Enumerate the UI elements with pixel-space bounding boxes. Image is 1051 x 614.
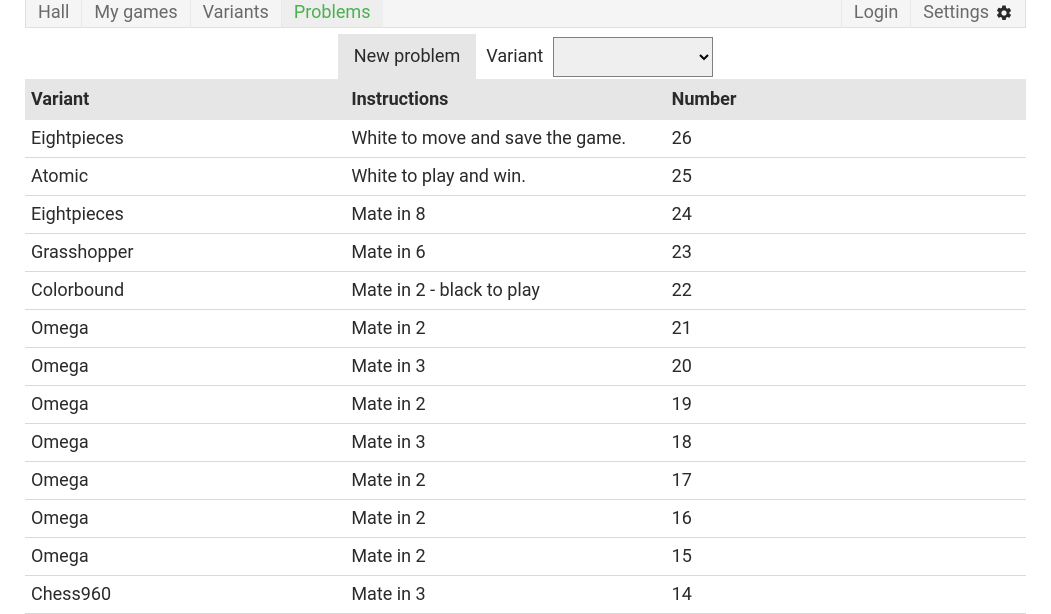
nav-problems[interactable]: Problems bbox=[282, 0, 383, 27]
cell-variant: Omega bbox=[25, 310, 345, 348]
cell-instructions: Mate in 2 bbox=[345, 386, 665, 424]
cell-instructions: White to move and save the game. bbox=[345, 120, 665, 158]
cell-variant: Atomic bbox=[25, 158, 345, 196]
cell-instructions: Mate in 2 - black to play bbox=[345, 272, 665, 310]
cell-instructions: Mate in 8 bbox=[345, 196, 665, 234]
cell-instructions: Mate in 3 bbox=[345, 348, 665, 386]
cell-instructions: Mate in 3 bbox=[345, 424, 665, 462]
nav-left: Hall My games Variants Problems bbox=[26, 0, 383, 27]
table-row[interactable]: GrasshopperMate in 623 bbox=[25, 234, 1026, 272]
cell-variant: Eightpieces bbox=[25, 196, 345, 234]
cell-number: 15 bbox=[666, 538, 1026, 576]
table-row[interactable]: AtomicWhite to play and win.25 bbox=[25, 158, 1026, 196]
cell-variant: Omega bbox=[25, 462, 345, 500]
nav-my-games[interactable]: My games bbox=[82, 0, 190, 27]
cell-number: 23 bbox=[666, 234, 1026, 272]
nav-login[interactable]: Login bbox=[841, 0, 910, 27]
table-row[interactable]: OmegaMate in 219 bbox=[25, 386, 1026, 424]
header-variant: Variant bbox=[25, 79, 345, 120]
cell-number: 20 bbox=[666, 348, 1026, 386]
table-row[interactable]: OmegaMate in 318 bbox=[25, 424, 1026, 462]
nav-hall[interactable]: Hall bbox=[26, 0, 82, 27]
controls-row: New problem Variant bbox=[25, 34, 1026, 79]
cell-number: 24 bbox=[666, 196, 1026, 234]
cell-instructions: Mate in 2 bbox=[345, 500, 665, 538]
nav-variants[interactable]: Variants bbox=[191, 0, 282, 27]
cell-variant: Chess960 bbox=[25, 576, 345, 614]
cell-instructions: Mate in 6 bbox=[345, 234, 665, 272]
cell-number: 25 bbox=[666, 158, 1026, 196]
cell-number: 21 bbox=[666, 310, 1026, 348]
header-instructions: Instructions bbox=[345, 79, 665, 120]
cell-variant: Colorbound bbox=[25, 272, 345, 310]
gear-icon bbox=[995, 4, 1013, 22]
main-nav: Hall My games Variants Problems Login Se… bbox=[25, 0, 1026, 28]
variant-select[interactable] bbox=[553, 37, 713, 77]
cell-number: 14 bbox=[666, 576, 1026, 614]
cell-variant: Omega bbox=[25, 538, 345, 576]
cell-variant: Omega bbox=[25, 424, 345, 462]
cell-number: 16 bbox=[666, 500, 1026, 538]
cell-number: 19 bbox=[666, 386, 1026, 424]
cell-variant: Omega bbox=[25, 500, 345, 538]
table-row[interactable]: OmegaMate in 221 bbox=[25, 310, 1026, 348]
table-row[interactable]: Chess960Mate in 314 bbox=[25, 576, 1026, 614]
table-row[interactable]: OmegaMate in 320 bbox=[25, 348, 1026, 386]
table-row[interactable]: EightpiecesWhite to move and save the ga… bbox=[25, 120, 1026, 158]
nav-settings[interactable]: Settings bbox=[910, 0, 1025, 27]
cell-instructions: Mate in 2 bbox=[345, 462, 665, 500]
cell-number: 18 bbox=[666, 424, 1026, 462]
table-row[interactable]: OmegaMate in 217 bbox=[25, 462, 1026, 500]
cell-variant: Grasshopper bbox=[25, 234, 345, 272]
cell-variant: Omega bbox=[25, 348, 345, 386]
cell-instructions: White to play and win. bbox=[345, 158, 665, 196]
cell-instructions: Mate in 2 bbox=[345, 310, 665, 348]
cell-variant: Omega bbox=[25, 386, 345, 424]
cell-variant: Eightpieces bbox=[25, 120, 345, 158]
nav-right: Login Settings bbox=[841, 0, 1025, 27]
variant-filter-label: Variant bbox=[476, 34, 553, 79]
settings-label: Settings bbox=[923, 2, 989, 23]
cell-number: 22 bbox=[666, 272, 1026, 310]
cell-instructions: Mate in 2 bbox=[345, 538, 665, 576]
cell-number: 26 bbox=[666, 120, 1026, 158]
header-number: Number bbox=[666, 79, 1026, 120]
new-problem-button[interactable]: New problem bbox=[338, 34, 477, 79]
table-row[interactable]: OmegaMate in 216 bbox=[25, 500, 1026, 538]
table-row[interactable]: OmegaMate in 215 bbox=[25, 538, 1026, 576]
problems-table: Variant Instructions Number EightpiecesW… bbox=[25, 79, 1026, 614]
table-row[interactable]: EightpiecesMate in 824 bbox=[25, 196, 1026, 234]
table-header-row: Variant Instructions Number bbox=[25, 79, 1026, 120]
table-row[interactable]: ColorboundMate in 2 - black to play22 bbox=[25, 272, 1026, 310]
cell-number: 17 bbox=[666, 462, 1026, 500]
cell-instructions: Mate in 3 bbox=[345, 576, 665, 614]
